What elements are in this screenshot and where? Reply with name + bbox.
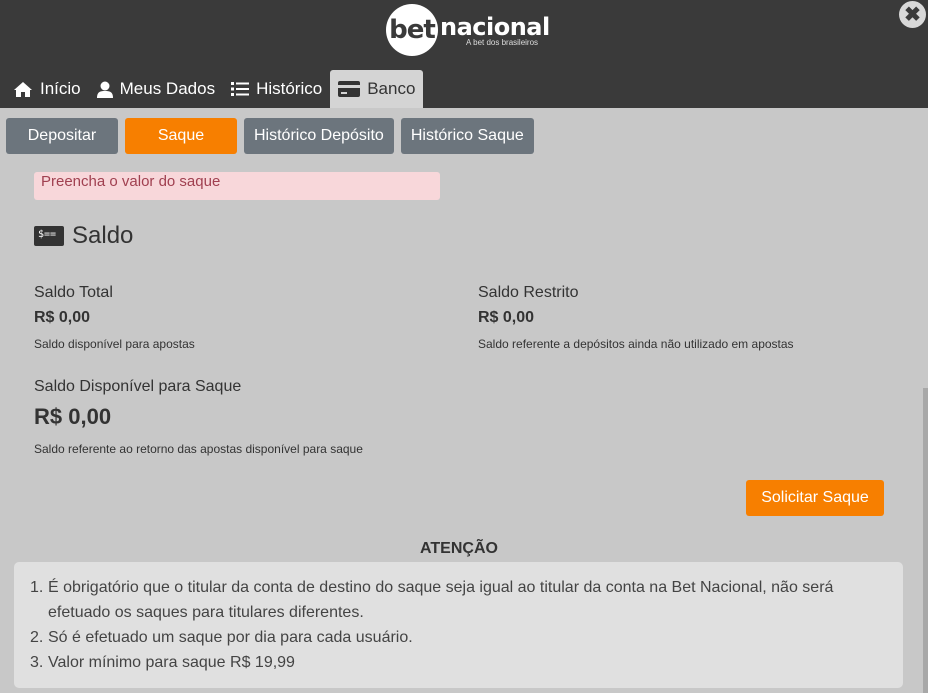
list-item-text: É obrigatório que o titular da conta de … (48, 579, 834, 621)
credit-card-icon (338, 81, 361, 97)
attention-title: ATENÇÃO (420, 540, 498, 557)
list-item-text: Só é efetuado um saque por dia para cada… (48, 629, 413, 646)
saldo-restrito-note: Saldo referente a depósitos ainda não ut… (478, 337, 794, 351)
money-bill-glyph: $== (38, 229, 57, 240)
tab-meus-dados[interactable]: Meus Dados (89, 70, 223, 108)
list-item-text: Valor mínimo para saque R$ 19,99 (48, 654, 295, 671)
logo-bet-circle: bet (386, 4, 438, 56)
solicitar-saque-button[interactable]: Solicitar Saque (746, 480, 884, 516)
list-item: 3. Valor mínimo para saque R$ 19,99 (30, 650, 887, 675)
alert-message: Preencha o valor do saque (34, 172, 440, 200)
money-bill-icon: $== (34, 226, 64, 246)
subtab-historico-saque[interactable]: Histórico Saque (400, 118, 534, 154)
scrollbar[interactable] (923, 388, 928, 693)
logo-tagline: A bet dos brasileiros (466, 37, 539, 47)
saldo-total-value: R$ 0,00 (34, 309, 91, 326)
tab-inicio[interactable]: Início (5, 70, 89, 108)
subtab-saque[interactable]: Saque (125, 118, 237, 154)
subtab-depositar[interactable]: Depositar (6, 118, 118, 154)
main-tabs: Início Meus Dados Histórico Banco (5, 70, 424, 108)
list-item-number: 2. (30, 629, 44, 646)
subtab-historico-deposito[interactable]: Histórico Depósito (244, 118, 394, 154)
saldo-disponivel-note: Saldo referente ao retorno das apostas d… (34, 442, 363, 456)
sub-tabs: Depositar Saque Histórico Depósito Histó… (6, 118, 534, 154)
attention-box: 1. É obrigatório que o titular da conta d… (14, 562, 903, 688)
tab-label: Início (40, 79, 81, 98)
bet-nacional-logo: bet nacional A bet dos brasileiros (386, 4, 550, 56)
tab-label: Banco (367, 79, 416, 98)
saldo-total-label: Saldo Total (34, 284, 113, 301)
saldo-title: Saldo (72, 222, 134, 249)
logo-name: nacional (440, 12, 550, 41)
tab-banco[interactable]: Banco (330, 70, 424, 108)
home-icon (14, 81, 32, 97)
user-icon (96, 81, 113, 98)
saldo-disponivel-label: Saldo Disponível para Saque (34, 378, 242, 395)
saldo-header: $== Saldo (34, 222, 133, 250)
list-item: 1. É obrigatório que o titular da conta d… (30, 575, 887, 625)
list-item: 2. Só é efetuado um saque por dia para ca… (30, 625, 887, 650)
header-bar: bet nacional A bet dos brasileiros Iníci… (0, 0, 928, 108)
list-icon (231, 82, 250, 96)
tab-label: Meus Dados (119, 79, 216, 98)
tab-historico[interactable]: Histórico (223, 70, 330, 108)
list-item-number: 1. (30, 579, 44, 596)
attention-list: 1. É obrigatório que o titular da conta d… (30, 575, 887, 675)
saldo-restrito-label: Saldo Restrito (478, 284, 579, 301)
list-item-number: 3. (30, 654, 44, 671)
saldo-restrito-value: R$ 0,00 (478, 309, 535, 326)
saldo-total-note: Saldo disponível para apostas (34, 337, 195, 351)
close-icon[interactable]: ✖ (899, 1, 926, 28)
tab-label: Histórico (256, 79, 323, 98)
saldo-disponivel-value: R$ 0,00 (34, 404, 112, 429)
